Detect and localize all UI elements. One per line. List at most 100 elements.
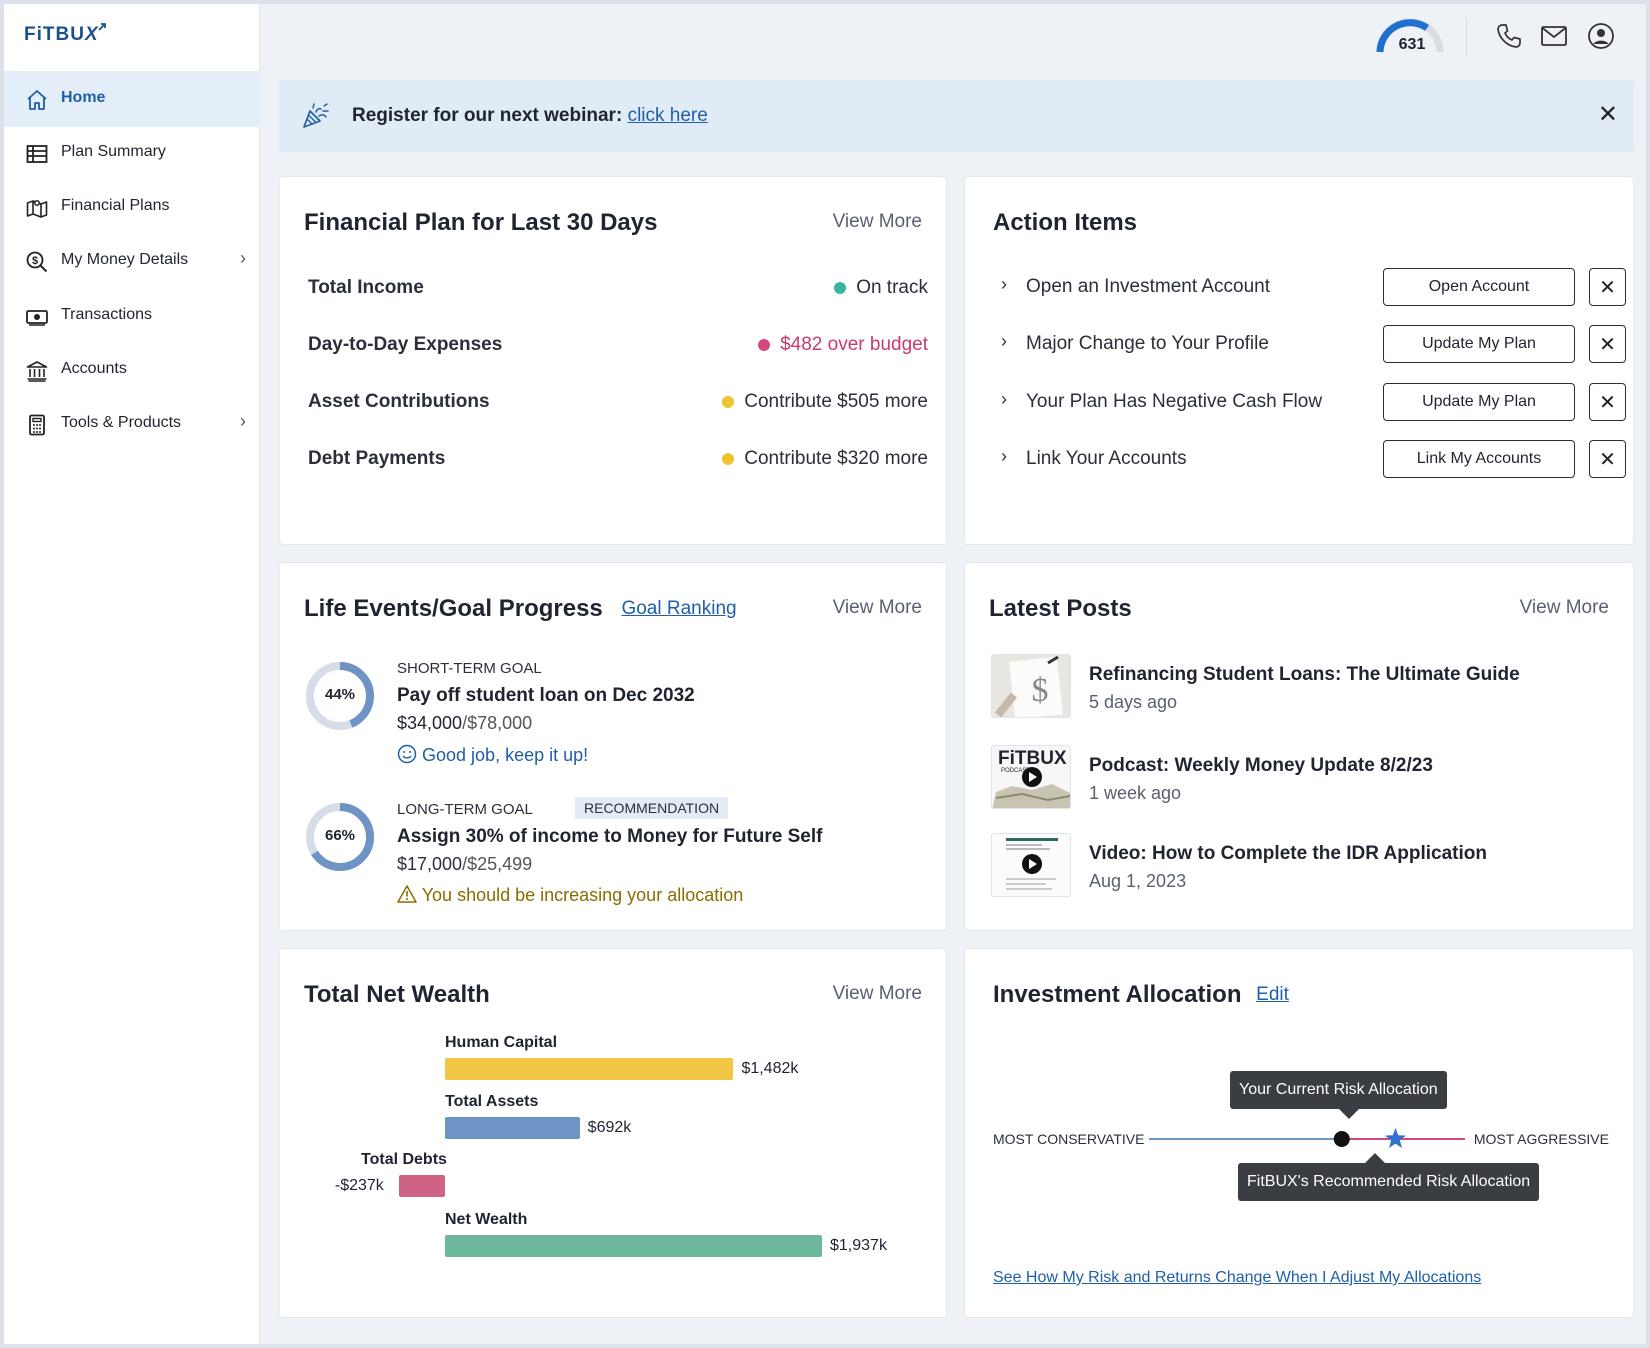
recommended-star-icon	[1385, 1128, 1406, 1148]
view-more-link[interactable]: View More	[833, 983, 922, 1005]
progress-percent: 66%	[324, 827, 356, 844]
card-title: Latest Posts	[989, 595, 1132, 622]
bar-value: $692k	[587, 1119, 632, 1136]
post-item[interactable]: $ Refinancing Student Loans: The Ultimat…	[991, 654, 1631, 720]
credit-score-value: 631	[1398, 36, 1426, 53]
plan-row-status: Contribute $505 more	[722, 391, 928, 413]
risk-returns-link[interactable]: See How My Risk and Returns Change When …	[993, 1269, 1481, 1287]
topbar-divider	[1466, 18, 1467, 56]
risk-slider[interactable]	[1149, 1123, 1465, 1155]
sidebar-item-label: Home	[61, 89, 106, 106]
sidebar-item-label: Plan Summary	[61, 143, 166, 160]
action-items-card: Action Items › Open an Investment Accoun…	[964, 176, 1634, 545]
goal-kind: SHORT-TERM GOAL	[397, 660, 542, 677]
chevron-right-icon[interactable]: ›	[1001, 446, 1007, 467]
action-item: › Open an Investment Account Open Accoun…	[993, 268, 1626, 306]
plan-row-status: On track	[834, 277, 928, 299]
goal-target: /$25,499	[462, 854, 533, 874]
investment-title: Investment Allocation	[993, 981, 1242, 1008]
dollar-sketch-thumbnail: $	[991, 654, 1071, 718]
chevron-right-icon[interactable]: ›	[1001, 274, 1007, 295]
svg-text:$: $	[1032, 672, 1049, 709]
view-more-link[interactable]: View More	[833, 211, 922, 233]
svg-text:$: $	[32, 255, 38, 267]
webinar-banner: Register for our next webinar: click her…	[279, 80, 1634, 152]
progress-percent: 44%	[324, 686, 356, 703]
bar[interactable]	[445, 1058, 734, 1080]
goal-kind: LONG-TERM GOAL	[397, 801, 533, 818]
post-title: Video: How to Complete the IDR Applicati…	[1089, 843, 1487, 864]
latest-posts-card: Latest Posts View More $ Refinancing Stu…	[964, 562, 1634, 931]
bar-label: Net Wealth	[445, 1211, 528, 1228]
goal-amount: $34,000/$78,000	[397, 713, 532, 734]
bar-label: Human Capital	[445, 1034, 558, 1051]
update-my-plan-button[interactable]: Update My Plan	[1383, 383, 1575, 421]
sidebar-item-label: Financial Plans	[61, 197, 170, 214]
card-title: Action Items	[993, 209, 1138, 236]
goal-name: Assign 30% of income to Money for Future…	[397, 826, 823, 847]
open-account-button[interactable]: Open Account	[1383, 268, 1575, 306]
action-item-label: Major Change to Your Profile	[1026, 333, 1269, 354]
card-title: Investment Allocation Edit	[993, 981, 1289, 1009]
current-risk-tooltip: Your Current Risk Allocation	[1230, 1071, 1447, 1109]
action-item: › Your Plan Has Negative Cash Flow Updat…	[993, 383, 1626, 421]
cash-icon	[24, 304, 50, 330]
edit-link[interactable]: Edit	[1256, 984, 1289, 1005]
home-icon	[24, 87, 50, 113]
phone-icon[interactable]	[1495, 22, 1523, 50]
sidebar-item-transactions[interactable]: Transactions	[4, 288, 260, 344]
current-risk-marker[interactable]	[1333, 1131, 1350, 1147]
post-item[interactable]: FiTBUX PODCAST Podcast: Weekly Money Upd…	[991, 745, 1631, 811]
mail-icon[interactable]	[1540, 22, 1568, 50]
link-my-accounts-button[interactable]: Link My Accounts	[1383, 440, 1575, 478]
goal-ranking-link[interactable]: Goal Ranking	[621, 598, 736, 619]
bar[interactable]	[445, 1117, 580, 1139]
status-dot	[722, 453, 735, 465]
dismiss-icon[interactable]: ✕	[1589, 268, 1626, 306]
sidebar: FiTBUX Home Plan Summary Financial Plans…	[4, 4, 260, 1344]
bar[interactable]	[445, 1235, 822, 1257]
update-my-plan-button[interactable]: Update My Plan	[1383, 325, 1575, 363]
status-text: On track	[856, 277, 928, 298]
user-icon[interactable]	[1587, 22, 1615, 50]
sidebar-item-my-money-details[interactable]: $ My Money Details ›	[4, 233, 260, 289]
post-time: 5 days ago	[1089, 692, 1178, 712]
sidebar-item-tools-products[interactable]: Tools & Products ›	[4, 396, 260, 452]
dismiss-icon[interactable]: ✕	[1589, 325, 1626, 363]
status-text: Contribute $320 more	[744, 448, 928, 469]
goal-item[interactable]: 66% LONG-TERM GOAL RECOMMENDATION Assign…	[304, 797, 944, 911]
goal-target: /$78,000	[462, 713, 533, 733]
goal-message: You should be increasing your allocation	[397, 884, 743, 906]
goal-name: Pay off student loan on Dec 2032	[397, 685, 695, 706]
goal-item[interactable]: 44% SHORT-TERM GOAL Pay off student loan…	[304, 660, 944, 770]
action-item-label: Open an Investment Account	[1026, 276, 1270, 297]
view-more-link[interactable]: View More	[833, 597, 922, 619]
action-item: › Link Your Accounts Link My Accounts ✕	[993, 440, 1626, 478]
close-icon[interactable]: ✕	[1598, 100, 1618, 129]
plan-row: Total Income On track	[308, 277, 928, 307]
chevron-right-icon[interactable]: ›	[1001, 389, 1007, 410]
banner-text: Register for our next webinar: click her…	[352, 105, 708, 127]
chevron-right-icon[interactable]: ›	[1001, 331, 1007, 352]
fitbux-logo[interactable]: FiTBUX	[24, 23, 109, 46]
sidebar-item-home[interactable]: Home	[4, 71, 260, 127]
card-title: Total Net Wealth	[304, 981, 490, 1008]
webinar-link[interactable]: click here	[628, 105, 708, 126]
banner-message: Register for our next webinar:	[352, 105, 623, 126]
video-thumbnail	[991, 833, 1071, 897]
recommended-risk-tooltip: FitBUX's Recommended Risk Allocation	[1238, 1163, 1540, 1201]
post-item[interactable]: Video: How to Complete the IDR Applicati…	[991, 833, 1631, 899]
bar-label: Total Debts	[361, 1151, 447, 1168]
sidebar-item-plan-summary[interactable]: Plan Summary	[4, 125, 260, 181]
bar[interactable]	[398, 1175, 445, 1197]
view-more-link[interactable]: View More	[1520, 597, 1609, 619]
investment-allocation-card: Investment Allocation Edit Your Current …	[964, 948, 1634, 1318]
sidebar-item-financial-plans[interactable]: Financial Plans	[4, 179, 260, 235]
chevron-right-icon: ›	[240, 248, 246, 268]
goal-current: $17,000	[397, 854, 463, 874]
dismiss-icon[interactable]: ✕	[1589, 383, 1626, 421]
sidebar-item-accounts[interactable]: Accounts	[4, 342, 260, 398]
goals-title: Life Events/Goal Progress	[304, 595, 603, 622]
dismiss-icon[interactable]: ✕	[1589, 440, 1626, 478]
sidebar-item-label: Tools & Products	[61, 414, 182, 431]
